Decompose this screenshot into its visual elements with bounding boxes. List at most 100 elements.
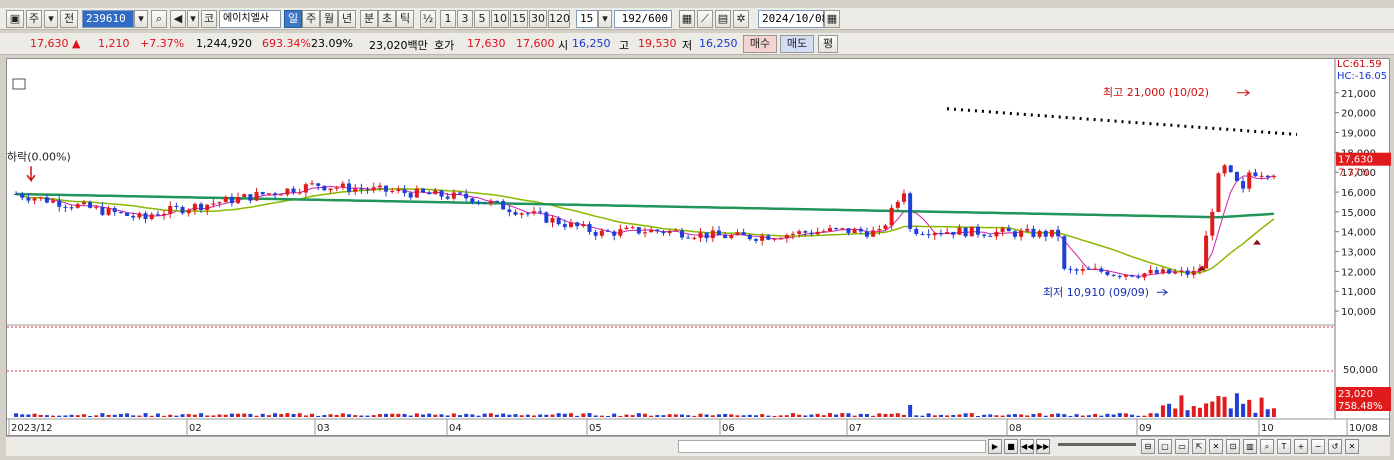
volume-bar: [1241, 403, 1246, 417]
zoom-out-icon[interactable]: ⊟: [1141, 439, 1155, 454]
settings-icon[interactable]: ✲: [733, 10, 749, 28]
code-input[interactable]: 239610: [82, 10, 134, 28]
volume-bar: [38, 414, 43, 417]
fit-icon[interactable]: ▢: [1158, 439, 1172, 454]
cross-icon[interactable]: ✕: [1209, 439, 1223, 454]
volume-bar: [322, 414, 327, 417]
period-tab-3[interactable]: 년: [338, 10, 356, 28]
volume-bar: [199, 413, 204, 417]
split-icon[interactable]: ⊡: [1226, 439, 1240, 454]
calendar-icon[interactable]: ▦: [824, 10, 840, 28]
save-icon[interactable]: ▤: [715, 10, 731, 28]
candle-body: [1136, 276, 1141, 278]
unit-button-2[interactable]: 5: [474, 10, 490, 28]
candle-body: [322, 185, 327, 191]
search-icon[interactable]: ⌕: [151, 10, 167, 28]
unit-button-3[interactable]: 10: [491, 10, 509, 28]
speaker-icon[interactable]: ◀: [170, 10, 186, 28]
grid-icon[interactable]: ▦: [679, 10, 695, 28]
volume-bar: [772, 415, 777, 417]
reset-icon[interactable]: ↺: [1328, 439, 1342, 454]
volume-bar: [661, 415, 666, 417]
prev-button[interactable]: 전: [60, 10, 78, 28]
window-icon[interactable]: ▣: [6, 10, 24, 28]
volume-bar: [593, 415, 598, 417]
line-tool-icon[interactable]: ⟋: [697, 10, 713, 28]
expand-icon[interactable]: ⇱: [1192, 439, 1206, 454]
volume-bar: [679, 414, 684, 417]
scroll-track[interactable]: [678, 440, 986, 453]
unit-button-6[interactable]: 120: [548, 10, 570, 28]
add-icon[interactable]: +: [1294, 439, 1308, 454]
arrange-icon[interactable]: ▭: [1175, 439, 1189, 454]
candle-body: [1068, 268, 1073, 270]
unit-button-4[interactable]: 15: [510, 10, 528, 28]
candle-body: [1019, 230, 1024, 237]
candle-body: [1074, 269, 1079, 271]
candle-body: [149, 214, 154, 220]
candle-body: [254, 192, 259, 201]
scroll-right-icon[interactable]: ▶: [988, 439, 1002, 454]
unit-select[interactable]: 15: [576, 10, 598, 28]
period-button[interactable]: 주: [26, 10, 42, 28]
remove-icon[interactable]: −: [1311, 439, 1325, 454]
volume-bar: [396, 413, 401, 417]
volume-bar: [476, 415, 481, 417]
candle-body: [131, 215, 136, 218]
period-tab-1[interactable]: 주: [302, 10, 320, 28]
candle-body: [667, 230, 672, 234]
candle-body: [470, 198, 475, 203]
ma120-line: [16, 192, 1274, 219]
avg-button[interactable]: 평: [818, 35, 838, 53]
ratio-button[interactable]: ½: [420, 10, 436, 28]
zoom-slider[interactable]: [1058, 443, 1136, 446]
candle-body: [1043, 230, 1048, 237]
unit-dropdown-icon[interactable]: ▾: [598, 10, 612, 28]
price-chart[interactable]: 최고 21,000 (10/02) 최저 10,910 (09/09) 하락(0.0…: [6, 58, 1391, 436]
period-tab-6[interactable]: 틱: [396, 10, 414, 28]
dropdown-icon[interactable]: ▾: [44, 10, 58, 28]
volume-tag: 23,020: [1338, 389, 1373, 400]
candle-body: [575, 222, 580, 227]
forward-icon[interactable]: ▶▶: [1036, 439, 1050, 454]
search-chart-icon[interactable]: ⌕: [1260, 439, 1274, 454]
text-tool-icon[interactable]: T: [1277, 439, 1291, 454]
candle-body: [864, 231, 869, 237]
candle-body: [612, 231, 617, 236]
candle-body: [1117, 275, 1122, 277]
code-dropdown-icon[interactable]: ▾: [134, 10, 148, 28]
unit-button-1[interactable]: 3: [457, 10, 473, 28]
stop-icon[interactable]: ■: [1004, 439, 1018, 454]
open-label: 시: [558, 39, 569, 52]
candle-body: [303, 184, 308, 193]
period-tab-4[interactable]: 분: [360, 10, 378, 28]
left-annotation: 하락(0.00%): [7, 149, 71, 163]
period-tab-0[interactable]: 일: [284, 10, 302, 28]
period-tab-5[interactable]: 초: [378, 10, 396, 28]
candle-body: [636, 227, 641, 234]
candle-body: [1265, 175, 1270, 178]
candle-body: [32, 198, 37, 201]
period-tab-2[interactable]: 월: [320, 10, 338, 28]
unit-button-5[interactable]: 30: [529, 10, 547, 28]
date-field[interactable]: 2024/10/08: [758, 10, 828, 28]
volume-bar: [513, 414, 518, 417]
volume-bar: [846, 413, 851, 417]
candle-body: [38, 197, 43, 199]
sell-button[interactable]: 매도: [780, 35, 814, 53]
candle-body: [501, 201, 506, 210]
volume-bar: [69, 414, 74, 417]
speaker-dropdown-icon[interactable]: ▾: [187, 10, 199, 28]
price-change: 1,210: [98, 37, 130, 50]
close-chart-icon[interactable]: ✕: [1345, 439, 1359, 454]
candle-body: [458, 192, 463, 194]
volume-bar: [1099, 415, 1104, 417]
buy-button[interactable]: 매수: [743, 35, 777, 53]
candle-body: [908, 193, 913, 229]
chart-type-icon[interactable]: ▥: [1243, 439, 1257, 454]
candle-body: [710, 230, 715, 239]
volume-bar: [643, 413, 647, 417]
unit-button-0[interactable]: 1: [440, 10, 456, 28]
count-field[interactable]: 192/600: [614, 10, 672, 28]
rewind-icon[interactable]: ◀◀: [1020, 439, 1034, 454]
